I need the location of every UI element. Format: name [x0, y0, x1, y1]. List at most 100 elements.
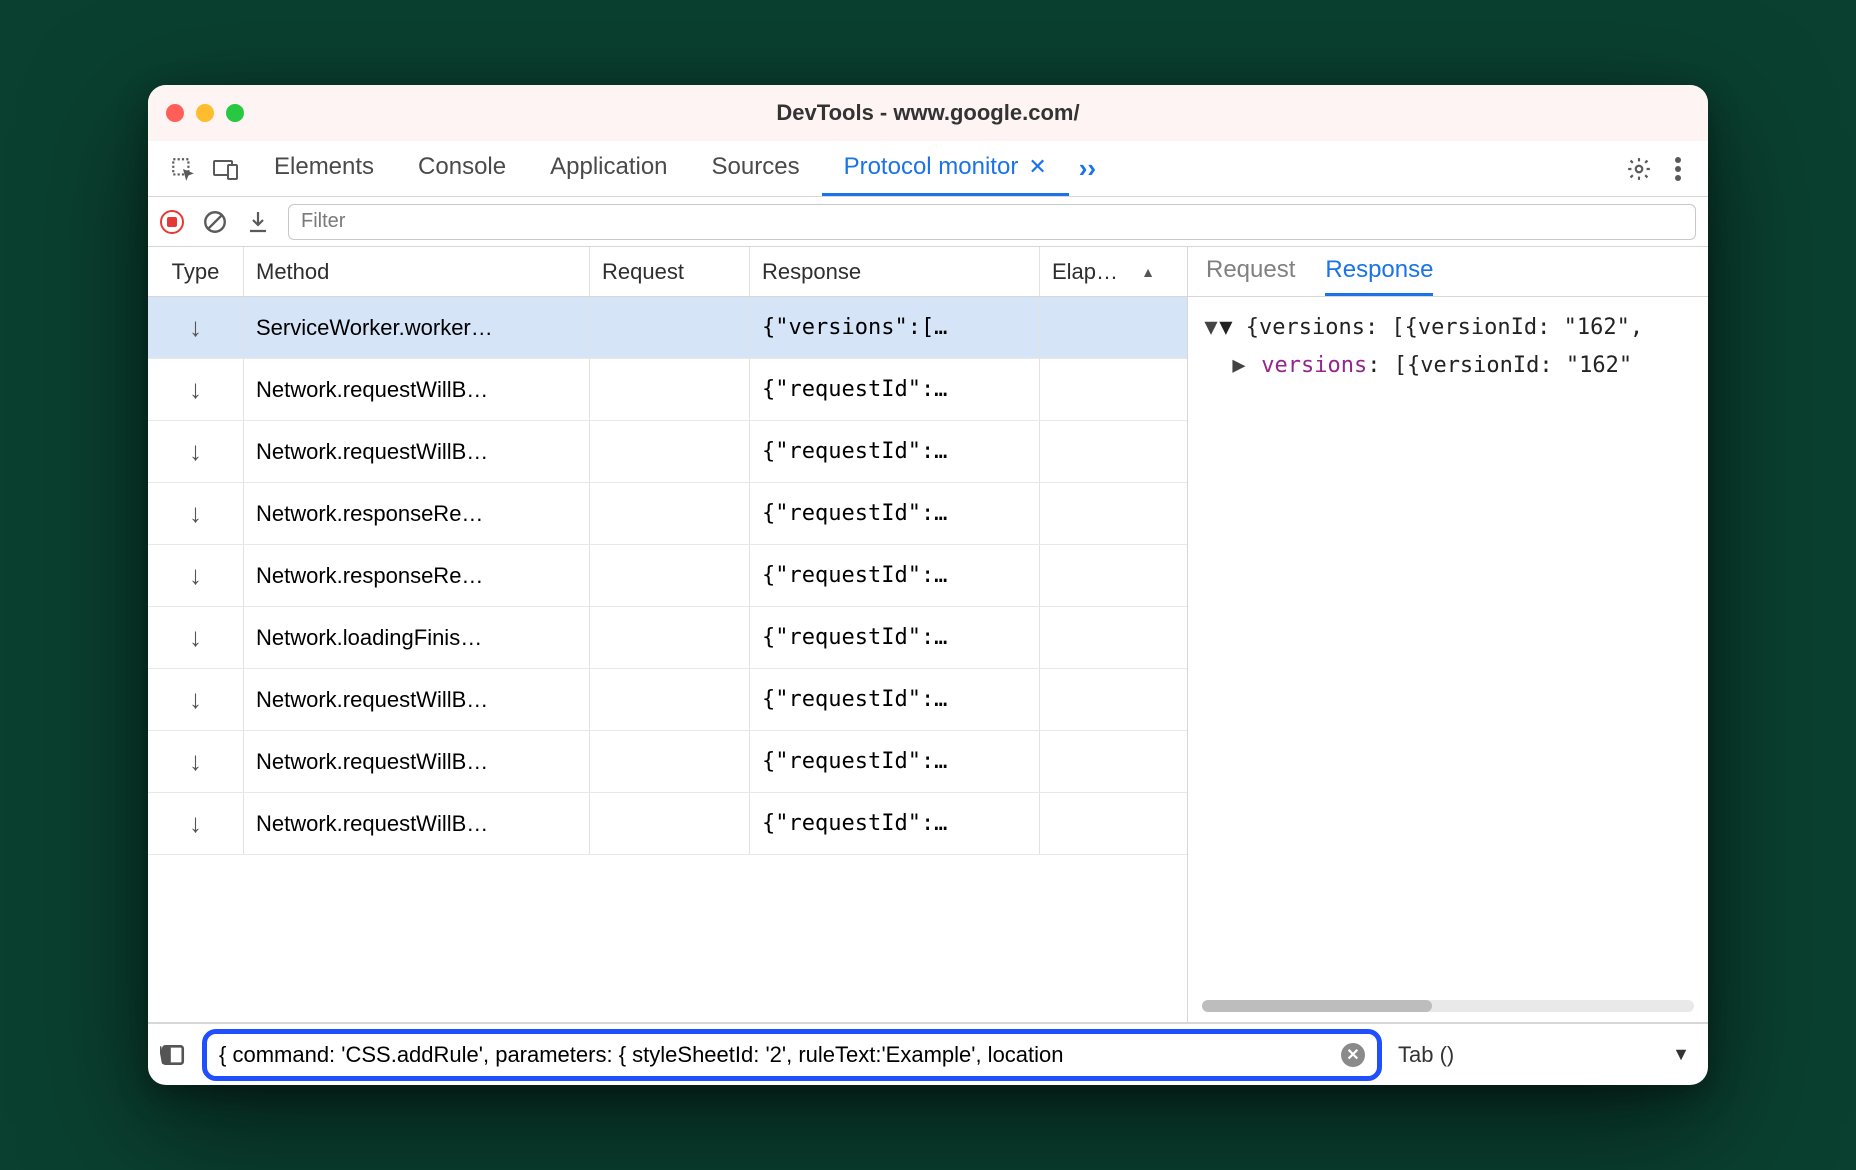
scrollbar-thumb[interactable]: [1202, 1000, 1432, 1012]
horizontal-scrollbar[interactable]: [1202, 1000, 1694, 1012]
detail-tab-request[interactable]: Request: [1206, 247, 1295, 296]
cell-method: Network.requestWillB…: [244, 421, 590, 482]
cell-method: Network.loadingFinis…: [244, 607, 590, 668]
close-window-button[interactable]: [166, 104, 184, 122]
detail-tab-response[interactable]: Response: [1325, 247, 1433, 296]
cell-type: ↓: [148, 731, 244, 792]
save-download-icon[interactable]: [246, 209, 270, 235]
arrow-down-icon: ↓: [189, 436, 202, 467]
table-row[interactable]: ↓Network.requestWillB…{"requestId":…: [148, 669, 1187, 731]
cell-response: {"requestId":…: [750, 421, 1040, 482]
cell-method: Network.responseRe…: [244, 483, 590, 544]
cell-request: [590, 607, 750, 668]
clear-icon[interactable]: [202, 209, 228, 235]
command-input[interactable]: [219, 1042, 1333, 1068]
tab-label: Sources: [712, 153, 800, 181]
arrow-down-icon: ↓: [189, 560, 202, 591]
col-header-method[interactable]: Method: [244, 247, 590, 296]
cell-type: ↓: [148, 607, 244, 668]
cell-method: Network.requestWillB…: [244, 793, 590, 854]
col-header-elapsed[interactable]: Elap… ▲: [1040, 247, 1167, 296]
completion-hint: Tab (): [1398, 1042, 1454, 1068]
kebab-menu-icon[interactable]: [1674, 156, 1682, 182]
cell-type: ↓: [148, 545, 244, 606]
cell-response: {"requestId":…: [750, 793, 1040, 854]
cell-method: Network.requestWillB…: [244, 359, 590, 420]
maximize-window-button[interactable]: [226, 104, 244, 122]
more-tabs-button[interactable]: ››: [1069, 141, 1106, 196]
tree-line[interactable]: ▼ ▼ {versions: [{versionId: "162",: [1202, 309, 1694, 347]
table-body[interactable]: ↓ServiceWorker.worker…{"versions":[…↓Net…: [148, 297, 1187, 1022]
cell-request: [590, 421, 750, 482]
cell-method: Network.requestWillB…: [244, 731, 590, 792]
tab-label: Protocol monitor: [844, 153, 1019, 181]
cell-elapsed: [1040, 731, 1167, 792]
cell-elapsed: [1040, 483, 1167, 544]
panel-tabs: Elements Console Application Sources Pro…: [148, 141, 1708, 197]
cell-request: [590, 793, 750, 854]
cell-elapsed: [1040, 607, 1167, 668]
cell-request: [590, 731, 750, 792]
tab-protocol-monitor[interactable]: Protocol monitor ✕: [822, 141, 1069, 196]
command-input-wrap: ✕: [202, 1029, 1382, 1081]
arrow-down-icon: ↓: [189, 312, 202, 343]
response-body[interactable]: ▼ ▼ {versions: [{versionId: "162", ▶ ver…: [1188, 297, 1708, 1022]
cell-elapsed: [1040, 421, 1167, 482]
table-row[interactable]: ↓ Network.requestWillB… {"requestId":…: [148, 731, 1187, 793]
table-row[interactable]: ↓Network.requestWillB…{"requestId":…: [148, 359, 1187, 421]
tab-label: Console: [418, 153, 506, 181]
table-row[interactable]: ↓Network.loadingFinis… {"requestId":…: [148, 607, 1187, 669]
protocol-toolbar: [148, 197, 1708, 247]
bottom-bar: ✕ Tab () ▼: [148, 1023, 1708, 1085]
detail-pane: Request Response ▼ ▼ {versions: [{versio…: [1188, 247, 1708, 1022]
col-header-type[interactable]: Type: [148, 247, 244, 296]
cell-response: {"requestId":…: [750, 483, 1040, 544]
table-row[interactable]: ↓ Network.responseRe… {"requestId":…: [148, 483, 1187, 545]
tab-elements[interactable]: Elements: [252, 141, 396, 196]
cell-response: {"requestId":…: [750, 545, 1040, 606]
arrow-down-icon: ↓: [189, 498, 202, 529]
minimize-window-button[interactable]: [196, 104, 214, 122]
caret-down-icon[interactable]: ▼: [1202, 309, 1220, 347]
col-header-request[interactable]: Request: [590, 247, 750, 296]
table-row[interactable]: ↓ServiceWorker.worker…{"versions":[…: [148, 297, 1187, 359]
inspect-element-icon[interactable]: [170, 156, 196, 182]
caret-right-icon[interactable]: ▶: [1230, 347, 1248, 385]
cell-method: ServiceWorker.worker…: [244, 297, 590, 358]
table-row[interactable]: ↓ Network.requestWillB… {"requestId":…: [148, 421, 1187, 483]
cell-response: {"requestId":…: [750, 607, 1040, 668]
settings-gear-icon[interactable]: [1626, 156, 1652, 182]
arrow-down-icon: ↓: [189, 684, 202, 715]
cell-method: Network.responseRe…: [244, 545, 590, 606]
detail-tabs: Request Response: [1188, 247, 1708, 297]
tab-label: Elements: [274, 153, 374, 181]
record-button[interactable]: [160, 210, 184, 234]
toggle-drawer-icon[interactable]: [160, 1042, 186, 1068]
arrow-down-icon: ↓: [189, 808, 202, 839]
cell-response: {"requestId":…: [750, 731, 1040, 792]
sort-indicator-icon: ▲: [1141, 264, 1155, 280]
tab-application[interactable]: Application: [528, 141, 689, 196]
cell-elapsed: [1040, 359, 1167, 420]
cell-elapsed: [1040, 297, 1167, 358]
clear-input-icon[interactable]: ✕: [1341, 1043, 1365, 1067]
table-row[interactable]: ↓ Network.requestWillB… {"requestId":…: [148, 793, 1187, 855]
device-toolbar-icon[interactable]: [212, 157, 240, 181]
cell-request: [590, 297, 750, 358]
cell-method: Network.requestWillB…: [244, 669, 590, 730]
filter-input[interactable]: [288, 204, 1696, 240]
arrow-down-icon: ↓: [189, 746, 202, 777]
tab-console[interactable]: Console: [396, 141, 528, 196]
close-tab-icon[interactable]: ✕: [1028, 154, 1046, 180]
table-row[interactable]: ↓ Network.responseRe… {"requestId":…: [148, 545, 1187, 607]
cell-type: ↓: [148, 421, 244, 482]
message-table-pane: Type Method Request Response Elap… ▲ ↓ Se…: [148, 247, 1188, 1022]
arrow-down-icon: ↓: [189, 374, 202, 405]
cell-elapsed: [1040, 669, 1167, 730]
titlebar: DevTools - www.google.com/: [148, 85, 1708, 141]
main-split: Type Method Request Response Elap… ▲ ↓ Se…: [148, 247, 1708, 1023]
tree-line[interactable]: ▶ versions: [{versionId: "162": [1202, 347, 1694, 385]
chevron-down-icon[interactable]: ▼: [1672, 1044, 1696, 1065]
col-header-response[interactable]: Response: [750, 247, 1040, 296]
tab-sources[interactable]: Sources: [690, 141, 822, 196]
